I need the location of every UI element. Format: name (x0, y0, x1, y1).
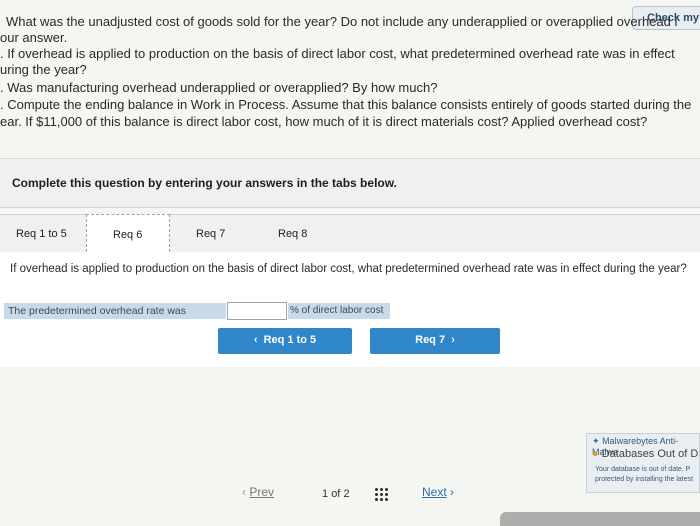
prev-req-label: Req 1 to 5 (263, 334, 317, 346)
malwarebytes-notification[interactable]: ✦ Malwarebytes Anti-Malwa ● Databases Ou… (586, 433, 700, 493)
pager-prev-label: Prev (249, 485, 275, 499)
chevron-left-icon: ‹ (253, 334, 264, 346)
question-line: our answer. (0, 30, 68, 45)
grid-icon[interactable] (374, 487, 388, 501)
panel-question: If overhead is applied to production on … (10, 263, 687, 275)
popup-heading-text: Databases Out of D (601, 448, 699, 460)
pager-current: 1 (322, 488, 329, 500)
question-line: What was the unadjusted cost of goods so… (6, 14, 678, 29)
question-line: ear. If $11,000 of this balance is direc… (0, 114, 648, 129)
tab-req-6[interactable]: Req 6 (86, 214, 170, 252)
popup-line: protected by installing the latest (595, 476, 694, 483)
question-line: uring the year? (0, 62, 87, 77)
tab-req-8[interactable]: Req 8 (254, 214, 334, 252)
pager-next[interactable]: Next › (422, 485, 454, 499)
pager-total: 2 (343, 488, 350, 500)
popup-heading: ● Databases Out of D (592, 448, 698, 460)
answer-unit-label: % of direct labor cost (288, 303, 390, 319)
tab-req-1-to-5[interactable]: Req 1 to 5 (10, 214, 84, 252)
question-line: . Was manufacturing overhead underapplie… (0, 80, 438, 95)
instructions-text: Complete this question by entering your … (12, 176, 397, 190)
question-line: . Compute the ending balance in Work in … (0, 97, 692, 112)
popup-line: Your database is out of date. P (595, 466, 691, 473)
prev-req-button[interactable]: ‹ Req 1 to 5 (218, 328, 352, 354)
tab-req-7[interactable]: Req 7 (172, 214, 252, 252)
pager-next-label: Next (422, 485, 447, 499)
taskbar-dock (500, 512, 700, 526)
malwarebytes-logo-icon: ✦ (592, 436, 600, 446)
warning-icon: ● (592, 448, 599, 460)
next-req-button[interactable]: Req 7 › (370, 328, 500, 354)
answer-label: The predetermined overhead rate was (4, 303, 226, 319)
pager-position: 1 of 2 (322, 488, 350, 500)
overhead-rate-input[interactable] (227, 302, 287, 320)
question-line: . If overhead is applied to production o… (0, 46, 675, 61)
chevron-right-icon: › (445, 334, 455, 346)
pager-of: of (331, 488, 341, 500)
pager-prev[interactable]: ‹ Prev (242, 485, 274, 499)
chevron-right-icon: › (446, 485, 455, 499)
next-req-label: Req 7 (415, 334, 446, 346)
